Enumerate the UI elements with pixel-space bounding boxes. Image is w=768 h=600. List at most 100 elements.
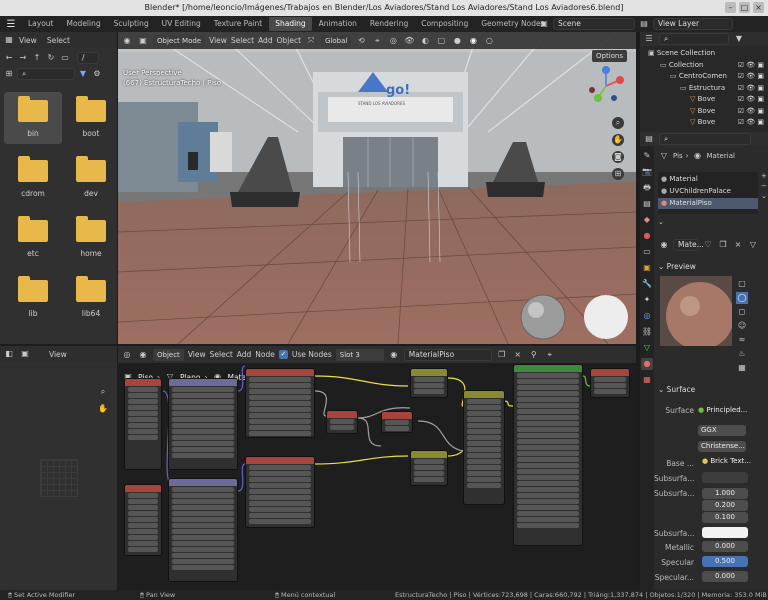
pivot-icon[interactable]: ⟲: [355, 35, 367, 47]
visibility-icon[interactable]: ☑ 👁 ▣: [738, 71, 764, 82]
preview-flat-icon[interactable]: ▢: [736, 278, 748, 290]
node-field[interactable]: [249, 507, 311, 512]
node-field[interactable]: [249, 377, 311, 382]
node-field[interactable]: [172, 565, 234, 570]
filter-icon[interactable]: ▼: [77, 68, 89, 80]
visibility-icon[interactable]: 👁: [403, 35, 415, 47]
node-header[interactable]: [327, 411, 357, 418]
visibility-icon[interactable]: ☑ 👁 ▣: [738, 60, 764, 71]
node-field[interactable]: [172, 393, 234, 398]
folder-item[interactable]: dev: [62, 152, 120, 204]
render-tab-icon[interactable]: 📷: [641, 166, 653, 178]
node-field[interactable]: [249, 513, 311, 518]
view-layer-selector[interactable]: View Layer: [653, 18, 733, 30]
node-field[interactable]: [128, 523, 158, 528]
material-name-field[interactable]: Mate...: [673, 239, 704, 251]
shader-node[interactable]: [381, 411, 413, 433]
node-header[interactable]: [411, 451, 447, 458]
node-field[interactable]: [467, 477, 501, 482]
node-field[interactable]: [249, 389, 311, 394]
node-field[interactable]: [467, 435, 501, 440]
node-field[interactable]: [249, 407, 311, 412]
subsurface-method-selector[interactable]: Christense...: [698, 441, 746, 452]
node-field[interactable]: [594, 383, 626, 388]
link-icon[interactable]: ▽: [747, 239, 759, 251]
node-header[interactable]: [169, 479, 237, 486]
new-folder-icon[interactable]: ▭: [59, 52, 71, 64]
ie-menu-view[interactable]: View: [49, 350, 67, 359]
node-field[interactable]: [128, 511, 158, 516]
node-field[interactable]: [330, 425, 354, 430]
shader-node[interactable]: [168, 478, 238, 582]
folder-item[interactable]: lib64: [62, 272, 120, 324]
folder-item[interactable]: boot: [62, 92, 120, 144]
node-header[interactable]: [246, 457, 314, 464]
node-header[interactable]: [411, 369, 447, 376]
data-tab-icon[interactable]: ▽: [641, 342, 653, 354]
preview-hair-icon[interactable]: ≈: [736, 334, 748, 346]
node-field[interactable]: [128, 423, 158, 428]
outliner-row[interactable]: ▭ Estructura ☑ 👁 ▣: [640, 83, 768, 94]
material-browse-icon[interactable]: ◉: [658, 239, 670, 251]
node-field[interactable]: [128, 499, 158, 504]
settings-icon[interactable]: ⚙: [91, 68, 103, 80]
filter-icon[interactable]: ▼: [733, 33, 745, 45]
node-field[interactable]: [172, 523, 234, 528]
subsurface-field[interactable]: [702, 472, 748, 483]
subsurface-color-swatch[interactable]: [702, 527, 748, 538]
shader-node[interactable]: [124, 484, 162, 556]
node-field[interactable]: [249, 383, 311, 388]
material-slot-list[interactable]: ● Material ● UVChildrenPalace ● Material…: [658, 172, 758, 214]
vp-menu-select[interactable]: Select: [231, 36, 254, 45]
vp-menu-object[interactable]: Object: [277, 36, 301, 45]
node-field[interactable]: [172, 517, 234, 522]
node-field[interactable]: [128, 547, 158, 552]
scene-tab-icon[interactable]: ◆: [641, 214, 653, 226]
zoom-icon[interactable]: ⌕: [97, 386, 109, 398]
specular-field[interactable]: 0.500: [702, 556, 748, 567]
node-field[interactable]: [517, 475, 579, 480]
preview-fluid-icon[interactable]: ♨: [736, 348, 748, 360]
node-field[interactable]: [330, 419, 354, 424]
viewport-3d[interactable]: go! STAND LOS AVIADORES ◉ ▣ Object Mode …: [118, 32, 636, 344]
node-field[interactable]: [467, 417, 501, 422]
node-field[interactable]: [128, 493, 158, 498]
node-field[interactable]: [517, 433, 579, 438]
metallic-field[interactable]: 0.000: [702, 541, 748, 552]
shader-node[interactable]: [245, 368, 315, 438]
node-field[interactable]: [517, 445, 579, 450]
shading-solid-icon[interactable]: ●: [451, 35, 463, 47]
close-icon[interactable]: ×: [753, 2, 764, 13]
pan-hand-icon[interactable]: ✋: [97, 403, 109, 415]
node-field[interactable]: [414, 383, 444, 388]
tab-texture-paint[interactable]: Texture Paint: [208, 17, 268, 31]
world-tab-icon[interactable]: ●: [641, 230, 653, 242]
outliner-row[interactable]: ▭ CentroComen ☑ 👁 ▣: [640, 71, 768, 82]
node-field[interactable]: [467, 471, 501, 476]
zoom-icon[interactable]: ⌕: [612, 117, 624, 129]
fake-user-icon[interactable]: ♡: [702, 239, 714, 251]
visibility-icon[interactable]: ☑ 👁 ▣: [738, 117, 764, 128]
preview-skybox-icon[interactable]: ▦: [736, 362, 748, 374]
parent-dir-icon[interactable]: ↑: [31, 52, 43, 64]
unlink-icon[interactable]: ×: [732, 239, 744, 251]
view-layer-tab-icon[interactable]: ▤: [641, 198, 653, 210]
node-field[interactable]: [467, 399, 501, 404]
node-field[interactable]: [467, 405, 501, 410]
node-field[interactable]: [172, 453, 234, 458]
node-field[interactable]: [517, 415, 579, 420]
shader-node[interactable]: [410, 450, 448, 486]
node-field[interactable]: [172, 553, 234, 558]
navigation-gizmo[interactable]: [584, 64, 628, 108]
folder-item[interactable]: etc: [4, 212, 62, 264]
tab-uv-editing[interactable]: UV Editing: [156, 17, 207, 31]
node-field[interactable]: [128, 417, 158, 422]
preview-monkey-icon[interactable]: ☺: [736, 320, 748, 332]
node-field[interactable]: [249, 419, 311, 424]
node-field[interactable]: [414, 377, 444, 382]
node-field[interactable]: [414, 465, 444, 470]
node-field[interactable]: [517, 439, 579, 444]
node-field[interactable]: [517, 517, 579, 522]
node-field[interactable]: [172, 441, 234, 446]
options-button[interactable]: Options: [592, 50, 628, 62]
